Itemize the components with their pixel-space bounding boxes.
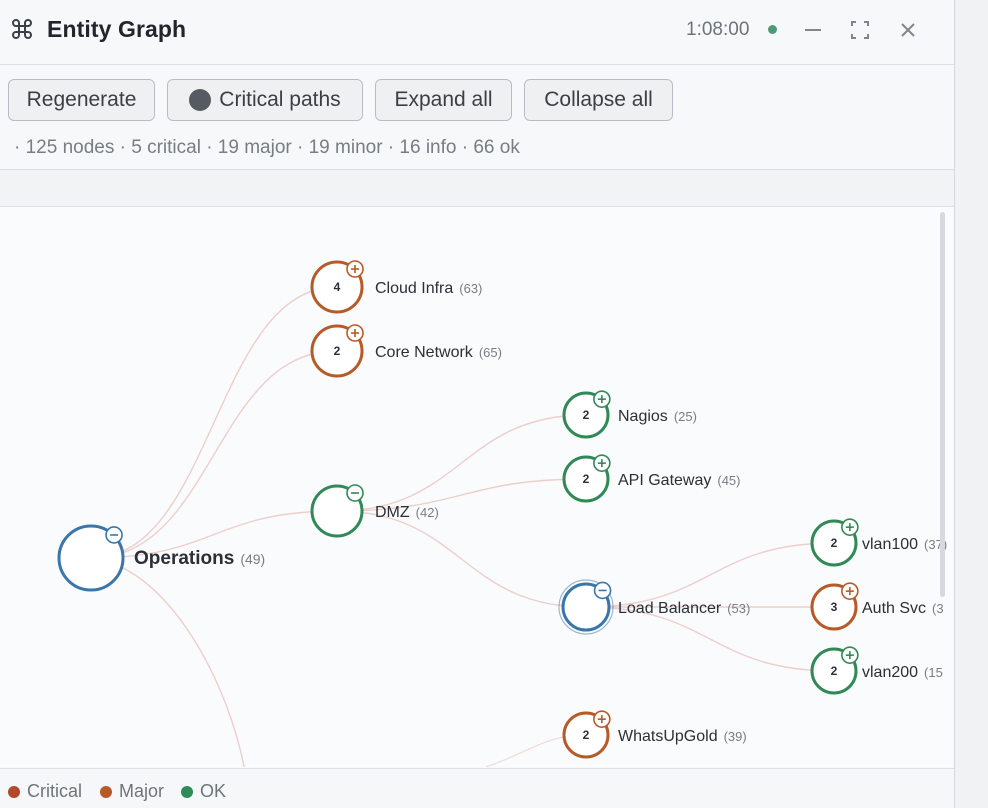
window-title: Entity Graph: [47, 16, 187, 42]
node-badge-count: 3: [831, 600, 838, 614]
collapse-toggle-icon[interactable]: [346, 484, 364, 502]
legend-critical-label: Critical: [27, 781, 83, 801]
node-label: API Gateway (45): [618, 472, 741, 489]
legend-item-critical: Critical: [8, 781, 82, 802]
title-bar: Entity Graph 1:08:00: [0, 0, 954, 65]
node-count: (42): [416, 505, 439, 520]
node-label: DMZ (42): [375, 504, 439, 521]
node-badge-count: 2: [583, 472, 590, 486]
legend-ok-label: OK: [200, 781, 227, 801]
edge-dmz-nagios: [336, 414, 587, 512]
collapse-all-button[interactable]: Collapse all: [524, 79, 673, 121]
minimize-icon: [805, 29, 821, 31]
legend-item-major: Major: [100, 781, 164, 802]
status-indicator: [768, 25, 777, 34]
node-auth-svc[interactable]: 3 Auth Svc (3: [810, 582, 944, 631]
legend-ok-swatch: [181, 785, 193, 798]
maximize-icon: [851, 21, 869, 39]
filter-bar: [0, 170, 954, 207]
node-api-gateway[interactable]: 2 API Gateway (45): [562, 454, 741, 503]
close-icon: [901, 23, 915, 37]
node-vlan100[interactable]: 2 vlan100 (37): [810, 518, 947, 567]
node-count: (25): [674, 409, 697, 424]
expand-toggle-icon[interactable]: [841, 518, 859, 536]
edge-operations-cloud-infra: [90, 286, 338, 559]
node-count: (45): [717, 473, 740, 488]
legend-major-label: Major: [119, 781, 165, 801]
expand-toggle-icon[interactable]: [593, 454, 611, 472]
node-operations[interactable]: Operations (49): [57, 524, 265, 592]
regenerate-button[interactable]: Regenerate: [8, 79, 155, 121]
legend-major-swatch: [100, 785, 112, 798]
node-count: (49): [240, 551, 265, 567]
legend-critical-swatch: [8, 785, 20, 798]
edge-dmz-load-balancer: [336, 510, 587, 608]
edge-load-balancer-vlan100: [585, 542, 835, 608]
edge-operations-offscreen: [90, 557, 245, 767]
node-label: WhatsUpGold (39): [618, 728, 747, 745]
expand-toggle-icon[interactable]: [593, 390, 611, 408]
entity-graph-panel: Entity Graph 1:08:00 Regenerate Critical…: [0, 0, 955, 808]
collapse-toggle-icon[interactable]: [105, 526, 123, 544]
expand-toggle-icon[interactable]: [841, 646, 859, 664]
graph-svg: Operations (49) 4 Cloud Infra (63) 2 Core Netw…: [57, 260, 947, 767]
legend: Critical Major OK: [0, 768, 954, 808]
node-count: (63): [459, 281, 482, 296]
expand-toggle-icon[interactable]: [841, 582, 859, 600]
node-label: vlan100 (37): [862, 536, 947, 553]
node-label: Load Balancer (53): [618, 600, 750, 617]
expand-toggle-icon[interactable]: [346, 324, 364, 342]
node-label: Auth Svc (3: [862, 600, 944, 617]
node-whatsupgold[interactable]: 2 WhatsUpGold (39): [562, 710, 747, 759]
node-badge-count: 4: [334, 280, 341, 294]
toolbar: Regenerate Critical paths Expand all Col…: [0, 65, 954, 170]
close-button[interactable]: [892, 14, 924, 46]
node-count: (39): [724, 729, 747, 744]
collapse-toggle-icon[interactable]: [593, 581, 612, 600]
minimize-button[interactable]: [797, 14, 829, 46]
node-badge-count: 2: [831, 664, 838, 678]
expand-all-button[interactable]: Expand all: [375, 79, 512, 121]
node-count: (65): [479, 345, 502, 360]
graph-summary: · 125 nodes · 5 critical · 19 major · 19…: [14, 137, 520, 158]
legend-item-ok: OK: [181, 781, 226, 802]
critical-paths-button[interactable]: Critical paths: [167, 79, 363, 121]
expand-toggle-icon[interactable]: [593, 710, 611, 728]
maximize-button[interactable]: [844, 14, 876, 46]
graph-canvas[interactable]: Operations (49) 4 Cloud Infra (63) 2 Core Netw…: [0, 207, 954, 767]
node-count: (53): [727, 601, 750, 616]
node-label: Core Network (65): [375, 344, 502, 361]
node-badge-count: 2: [583, 408, 590, 422]
node-count: (15: [924, 665, 943, 680]
node-nagios[interactable]: 2 Nagios (25): [562, 390, 697, 439]
node-badge-count: 2: [583, 728, 590, 742]
node-badge-count: 2: [334, 344, 341, 358]
edge-operations-core-network: [90, 350, 338, 559]
command-icon: [12, 19, 32, 39]
clock-readout: 1:08:00: [686, 19, 750, 40]
expand-toggle-icon[interactable]: [346, 260, 364, 278]
node-dmz[interactable]: DMZ (42): [310, 484, 439, 538]
node-badge-count: 2: [831, 536, 838, 550]
vertical-scrollbar[interactable]: [940, 212, 945, 597]
node-count: (3: [932, 601, 944, 616]
node-cloud-infra[interactable]: 4 Cloud Infra (63): [310, 260, 482, 314]
node-label: Cloud Infra (63): [375, 280, 482, 297]
node-vlan200[interactable]: 2 vlan200 (15: [810, 646, 943, 695]
node-label: vlan200 (15: [862, 664, 943, 681]
node-label: Nagios (25): [618, 408, 697, 425]
node-core-network[interactable]: 2 Core Network (65): [310, 324, 502, 378]
node-label: Operations (49): [134, 548, 265, 569]
critical-paths-label: Critical paths: [219, 88, 341, 111]
critical-paths-dot-icon: [189, 89, 212, 111]
